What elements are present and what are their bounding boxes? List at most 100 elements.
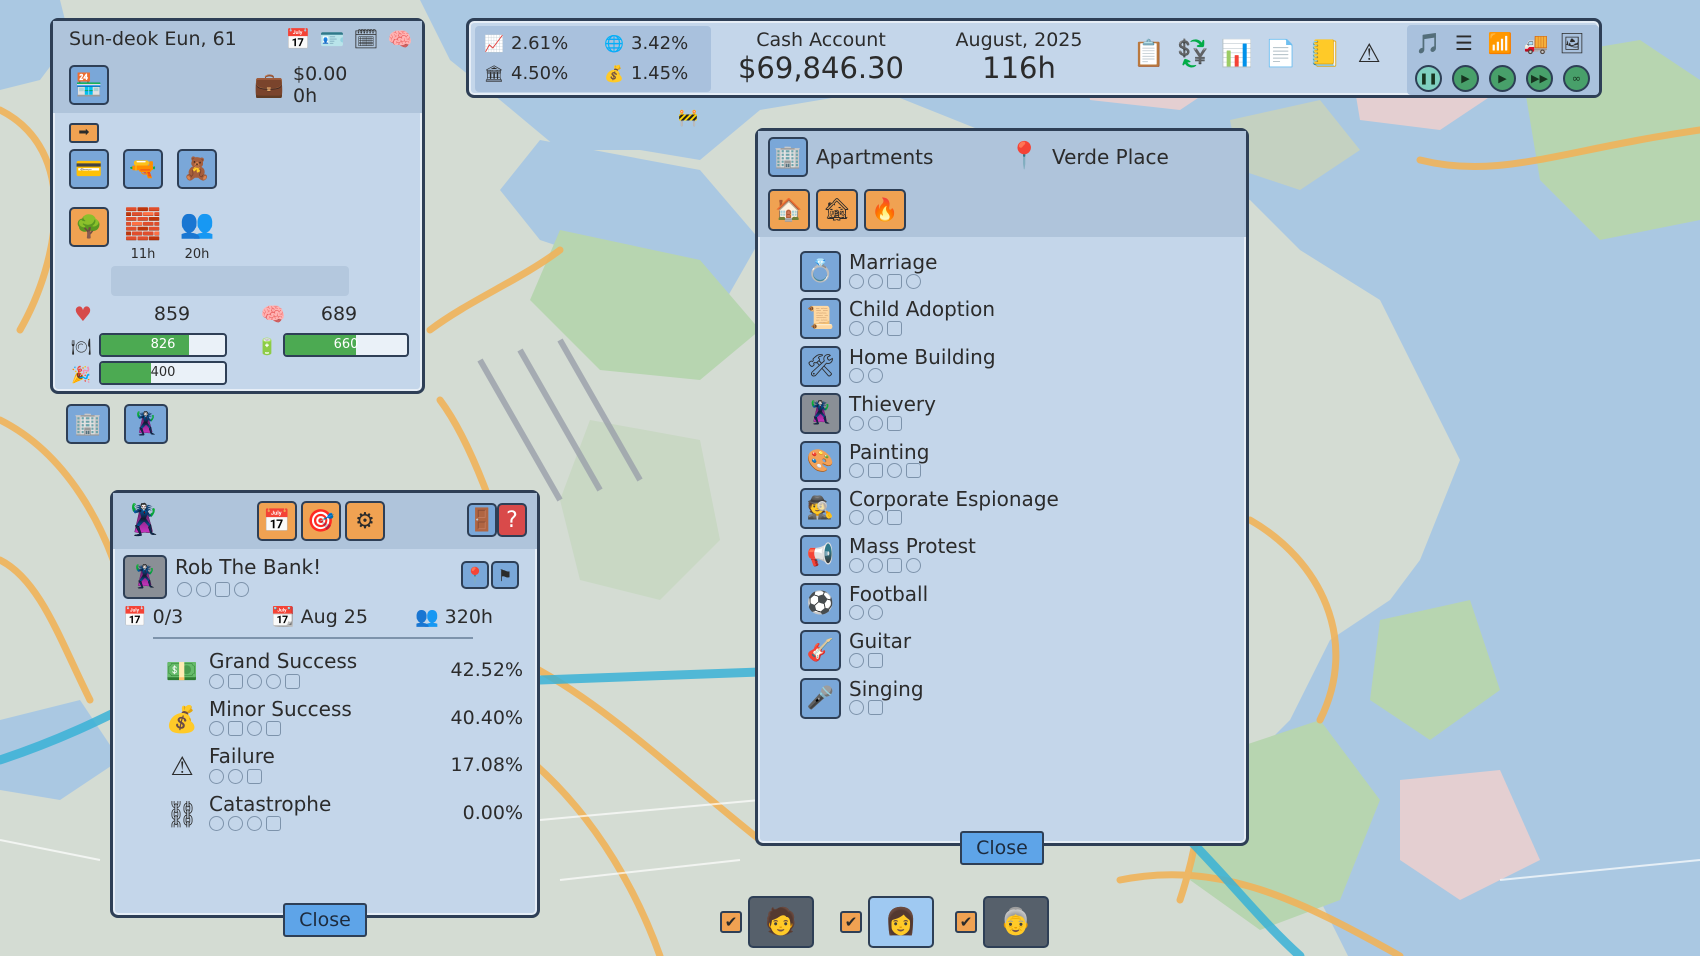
character-checkbox[interactable]: ✔ [955, 911, 977, 933]
character-slot-1[interactable]: ✔ 🧑 [720, 896, 814, 948]
money-bag-icon: 💰 [604, 63, 624, 83]
activity-thievery[interactable]: 🦹 Thievery [800, 393, 1220, 440]
crime-tabs: 📅 🎯 ⚙ [257, 501, 385, 541]
fire-icon[interactable]: 🔥 [864, 189, 906, 231]
activity-label: Home Building [849, 344, 996, 369]
brain-icon[interactable]: 🧠 [386, 25, 414, 53]
activity-label: Thievery [849, 392, 936, 417]
thief-map-icon[interactable]: 🦹 [124, 404, 168, 444]
speed-controls: ❚❚ ▶ ▶ ▶▶ ∞ [1415, 65, 1590, 92]
ledger-icon[interactable]: 📒 [1309, 33, 1341, 75]
report-icon[interactable]: 📄 [1265, 33, 1297, 75]
play-slow-button[interactable]: ▶ [1452, 65, 1479, 92]
teddy-bear-icon[interactable]: 🧸 [177, 149, 217, 189]
outcome-icons [209, 816, 281, 832]
credit-card-icon[interactable]: 💳 [69, 149, 109, 189]
target-chart-icon[interactable]: 🎯 [301, 501, 341, 541]
cash-stack-icon: 💵 [165, 657, 199, 687]
food-plate-icon: 🍽 [70, 336, 92, 356]
people-group-icon: 👥 [179, 207, 215, 240]
cash-account: Cash Account $69,846.30 [731, 29, 911, 85]
screenshot-icon[interactable]: 🖼 [1559, 29, 1585, 57]
activity-marriage[interactable]: 💍 Marriage [800, 251, 1220, 298]
outcome-percent: 17.08% [450, 754, 523, 776]
activities-close-button[interactable]: Close [960, 831, 1044, 865]
guitar-icon: 🎸 [800, 630, 841, 672]
activity-singing[interactable]: 🎤 Singing [800, 676, 1220, 725]
health-value: 859 [153, 303, 191, 325]
stat-money: 💰 1.45% [603, 62, 688, 84]
fastest-button[interactable]: ∞ [1563, 65, 1590, 92]
activity-child-adoption[interactable]: 📜 Child Adoption [800, 298, 1220, 345]
play-button[interactable]: ▶ [1489, 65, 1516, 92]
profile-card-icon[interactable]: 🪪 [318, 25, 346, 53]
rising-chart-icon: 📈 [484, 33, 504, 53]
requirement-icons [849, 605, 928, 621]
arrow-right-icon[interactable]: ➡ [69, 123, 99, 143]
activity-painting[interactable]: 🎨 Painting [800, 439, 1220, 488]
mind-value: 689 [320, 303, 358, 325]
bar-chart-icon[interactable]: 📶 [1487, 29, 1513, 57]
activity-label: Football [849, 581, 929, 606]
character-checkbox[interactable]: ✔ [840, 911, 862, 933]
locked-house-icon[interactable]: 🏚 [816, 189, 858, 231]
skill-slot-3[interactable]: 👥 20h [177, 207, 217, 262]
location-pin-icon: 📍 [1008, 141, 1041, 171]
world-delivery-icon[interactable]: 🚚 [1523, 29, 1549, 57]
outcome-label: Failure [209, 744, 275, 768]
activity-label: Singing [849, 676, 924, 701]
activity-label: Marriage [849, 250, 938, 274]
gears-icon[interactable]: ⚙ [345, 501, 385, 541]
help-icon[interactable]: ? [497, 503, 527, 537]
character-slot-3[interactable]: ✔ 👵 [955, 896, 1049, 948]
character-header-icons: 📅 🪪 🗓 🧠 [284, 25, 414, 53]
skill-time-1: 11h [130, 247, 156, 262]
music-icon[interactable]: 🎵 [1415, 29, 1441, 57]
warning-eye-icon[interactable]: ⚠ [1353, 33, 1385, 75]
activity-corporate-espionage[interactable]: 🕵 Corporate Espionage [800, 487, 1220, 535]
map-location-icon[interactable]: 📍 [461, 561, 489, 589]
crime-close-button[interactable]: Close [283, 903, 367, 937]
pause-button[interactable]: ❚❚ [1415, 65, 1442, 92]
requirement-icons [849, 415, 936, 431]
flag-icon[interactable]: ⚑ [491, 561, 519, 589]
activity-guitar[interactable]: 🎸 Guitar [800, 630, 1220, 677]
skill-slot-1[interactable]: 🌳 [69, 207, 109, 262]
outcome-grand-success: 💵 Grand Success 42.52% [163, 649, 523, 697]
checklist-icon[interactable]: 📋 [1133, 33, 1165, 75]
skill-slot-2[interactable]: 🧱 11h [123, 207, 163, 262]
activity-football[interactable]: ⚽ Football [800, 581, 1220, 630]
activity-home-building[interactable]: 🛠 Home Building [800, 344, 1220, 393]
finance-icon[interactable]: 💱 [1177, 33, 1209, 75]
bars-row-1: 🍽 826 🔋 660 [69, 333, 409, 359]
exit-door-icon[interactable]: 🚪 [467, 503, 497, 537]
character-portrait[interactable]: 🧑 [748, 896, 814, 948]
home-sign-icon[interactable]: 🏠 [768, 189, 810, 231]
traffic-cone-icon[interactable]: 🚧 [678, 108, 698, 127]
outcome-label: Grand Success [209, 649, 358, 673]
stocks-chart-icon[interactable]: 📊 [1221, 33, 1253, 75]
requirement-icons [849, 273, 937, 289]
fast-forward-button[interactable]: ▶▶ [1526, 65, 1553, 92]
calendar-target-icon[interactable]: 📅 [257, 501, 297, 541]
stat-money-value: 1.45% [631, 62, 689, 84]
character-slot-2[interactable]: ✔ 👩 [840, 896, 934, 948]
character-portrait-active[interactable]: 👩 [868, 896, 934, 948]
location-name: Verde Place [1052, 145, 1169, 169]
activity-label: Painting [849, 439, 930, 464]
apartments-map-icon[interactable]: 🏢 [66, 404, 110, 444]
character-checkbox[interactable]: ✔ [720, 911, 742, 933]
requirement-icons [849, 510, 1059, 526]
pistol-icon[interactable]: 🔫 [123, 149, 163, 189]
calendar-settings-icon[interactable]: 📅 [284, 25, 312, 53]
job-station-icon[interactable]: 🏪 [69, 65, 109, 105]
schedule-icon[interactable]: 🗓 [352, 25, 380, 53]
attempts-calendar-icon: 📅 [123, 606, 147, 628]
top-bar: 📈 2.61% 🌐 3.42% 🏛 4.50% 💰 1.45% Cash Account… [466, 18, 1602, 98]
paint-palette-icon: 🎨 [800, 440, 841, 482]
activity-mass-protest[interactable]: 📢 Mass Protest [800, 535, 1220, 582]
character-portrait[interactable]: 👵 [983, 896, 1049, 948]
list-icon[interactable]: ☰ [1451, 29, 1477, 57]
crime-panel: 🦹 📅 🎯 ⚙ 🚪 ? 🦹 Rob The Bank! 📍 ⚑ 📅 0/3 📆 Au… [110, 490, 540, 937]
thief-icon: 🦹 [800, 393, 841, 435]
